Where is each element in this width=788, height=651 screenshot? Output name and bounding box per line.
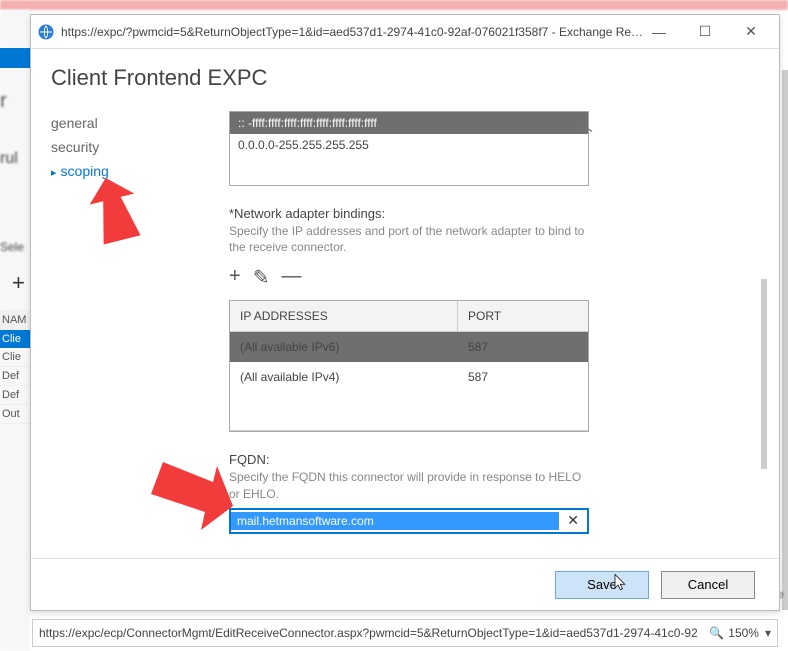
fqdn-help: Specify the FQDN this connector will pro… [229, 469, 589, 501]
col-ip-header[interactable]: IP ADDRESSES [230, 301, 458, 331]
bg-sele: Sele [0, 240, 24, 254]
bg-plus-icon: + [12, 270, 25, 296]
bg-rul: rul [0, 150, 18, 168]
list-item[interactable]: :: -ffff:ffff:ffff:ffff:ffff:ffff:ffff:f… [230, 112, 588, 134]
add-icon[interactable]: + [229, 265, 241, 290]
cancel-button[interactable]: Cancel [661, 571, 755, 599]
nav-general[interactable]: general [51, 111, 201, 135]
statusbar: https://expc/ecp/ConnectorMgmt/EditRecei… [32, 619, 778, 647]
close-button[interactable]: ✕ [737, 22, 765, 42]
table-row[interactable]: (All available IPv6) 587 [230, 332, 588, 362]
status-url: https://expc/ecp/ConnectorMgmt/EditRecei… [39, 626, 705, 640]
page-title: Client Frontend EXPC [51, 65, 759, 91]
cell-port: 587 [458, 362, 588, 392]
remove-icon[interactable]: — [281, 265, 301, 290]
list-item[interactable]: 0.0.0.0-255.255.255.255 [230, 134, 588, 156]
bindings-label: *Network adapter bindings: [229, 206, 589, 221]
cell-ip: (All available IPv4) [230, 362, 458, 392]
zoom-dropdown-icon[interactable]: ▾ [765, 626, 771, 640]
dialog-window: https://expc/?pwmcid=5&ReturnObjectType=… [30, 14, 780, 611]
save-button[interactable]: Save [555, 571, 649, 599]
table-row[interactable]: (All available IPv4) 587 [230, 362, 588, 392]
fqdn-input[interactable] [231, 512, 559, 530]
zoom-icon[interactable]: 🔍 [709, 626, 724, 640]
zoom-level[interactable]: 150% [728, 626, 759, 640]
maximize-button[interactable]: ☐ [691, 22, 719, 42]
content-scrollbar[interactable] [761, 279, 767, 469]
edit-icon[interactable]: ✎ [253, 265, 270, 290]
callout-arrow-fqdn [145, 450, 245, 540]
minimize-button[interactable]: — [645, 22, 673, 42]
cell-ip: (All available IPv6) [230, 332, 458, 362]
nav-security[interactable]: security [51, 135, 201, 159]
bindings-help: Specify the IP addresses and port of the… [229, 223, 589, 255]
scroll-up-icon[interactable]: ︿ [575, 111, 593, 137]
titlebar-text: https://expc/?pwmcid=5&ReturnObjectType=… [61, 25, 645, 39]
right-scrollbar-bg [782, 70, 788, 610]
cell-port: 587 [458, 332, 588, 362]
callout-arrow-nav [78, 176, 158, 246]
cursor-icon [612, 573, 630, 595]
col-port-header[interactable]: PORT [458, 301, 588, 331]
dialog-footer: Save Cancel [31, 558, 779, 610]
remote-ranges-listbox[interactable]: :: -ffff:ffff:ffff:ffff:ffff:ffff:ffff:f… [229, 111, 589, 186]
titlebar: https://expc/?pwmcid=5&ReturnObjectType=… [31, 15, 779, 49]
bindings-table: IP ADDRESSES PORT (All available IPv6) 5… [229, 300, 589, 432]
bg-table: NAM Clie Clie Def Def Out [0, 310, 30, 424]
fqdn-label: FQDN: [229, 452, 589, 467]
ie-icon [37, 23, 55, 41]
bg-r: r [0, 90, 7, 113]
clear-input-icon[interactable]: ✕ [559, 512, 587, 529]
